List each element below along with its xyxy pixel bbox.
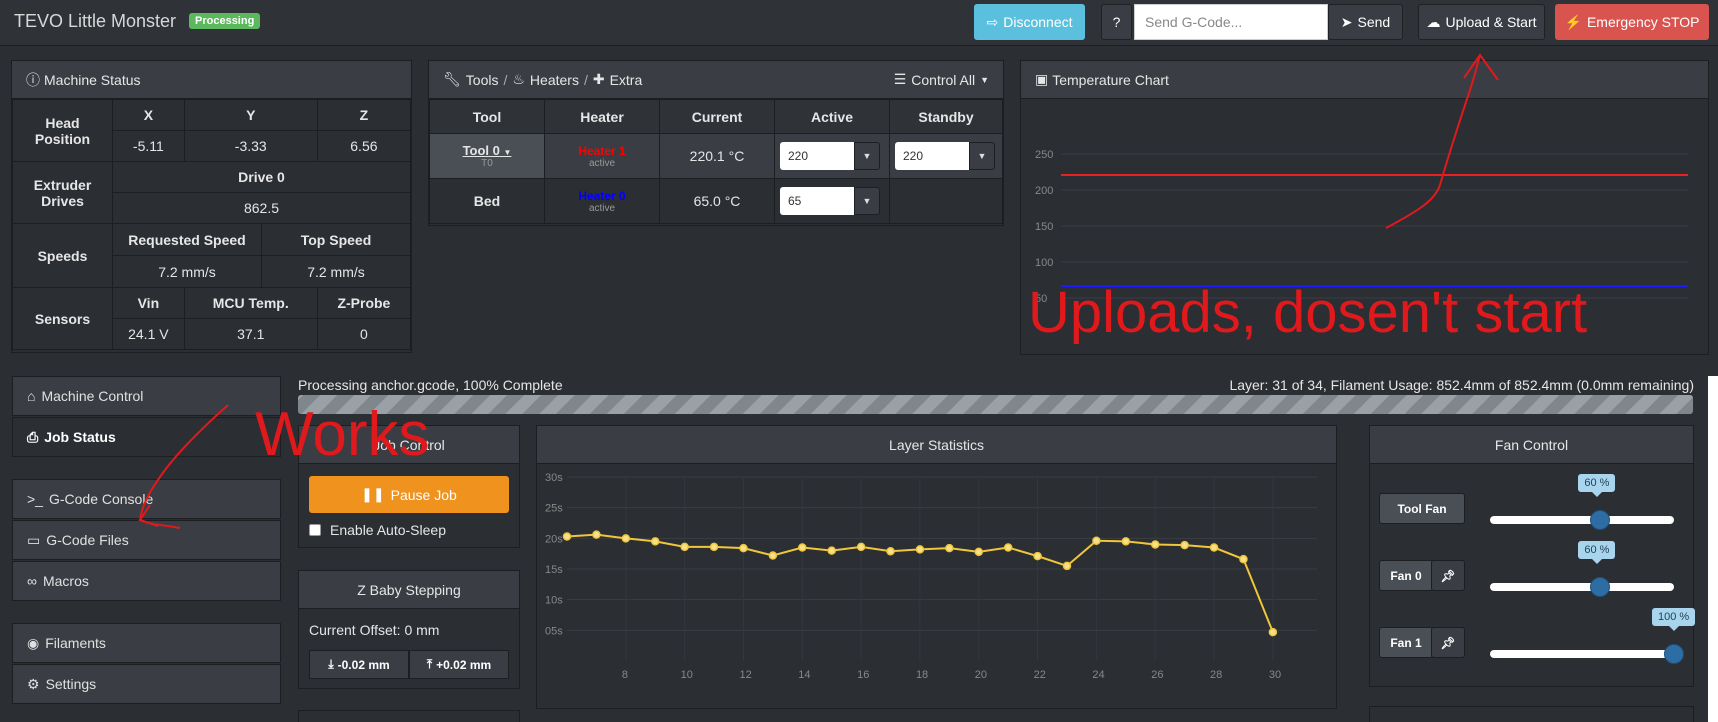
arrow-down-annotation (138, 404, 229, 529)
annotation-arrows (138, 53, 1499, 529)
arrow-up-annotation (1385, 54, 1481, 229)
arrowhead-annotation (1463, 53, 1499, 81)
